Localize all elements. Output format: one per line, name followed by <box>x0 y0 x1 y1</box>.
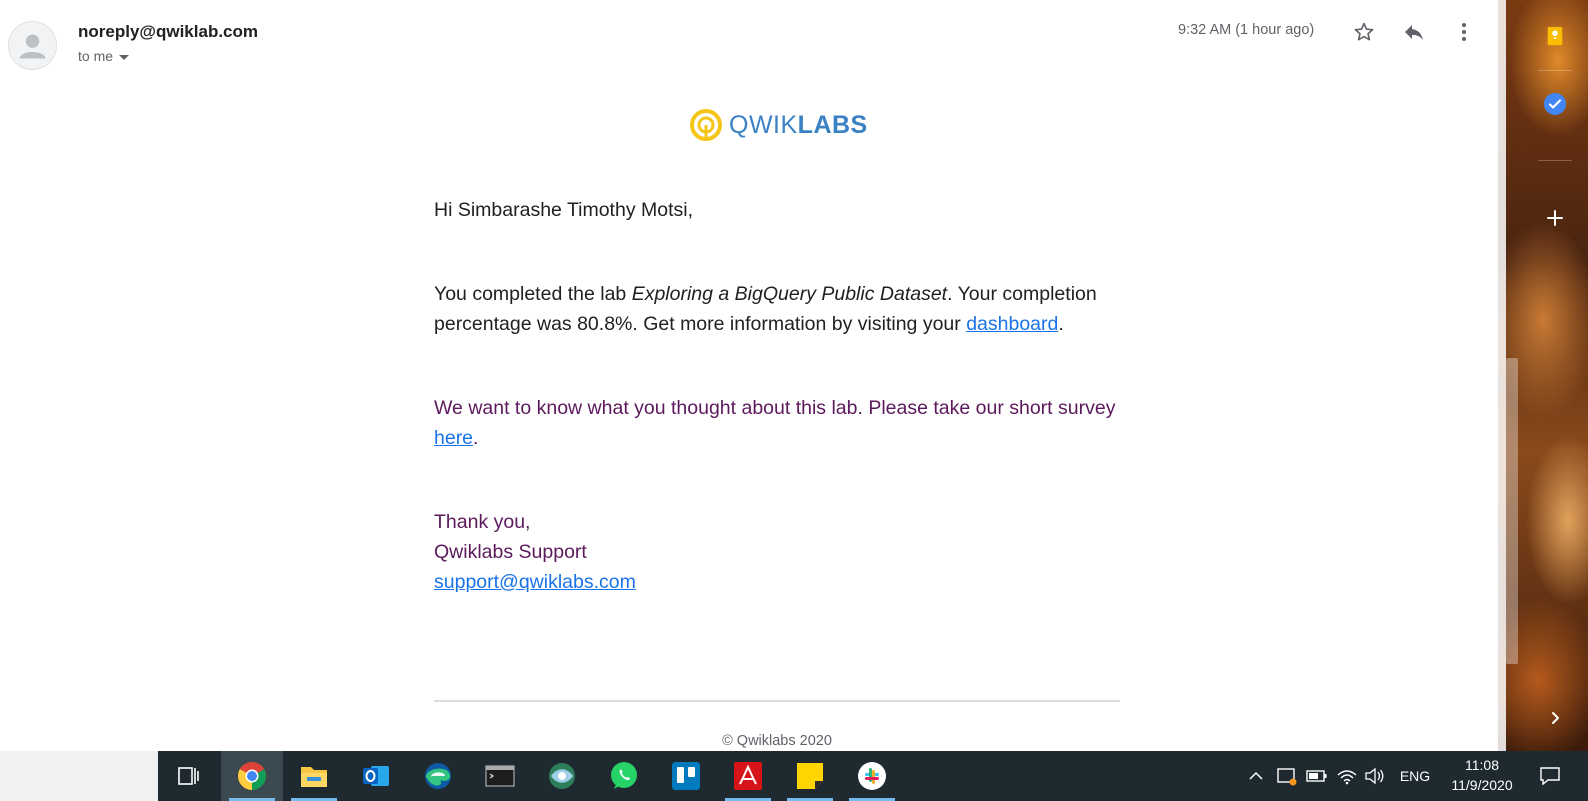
side-panel-divider <box>1538 160 1572 161</box>
battery-icon[interactable] <box>1304 751 1330 801</box>
volume-icon[interactable] <box>1362 751 1388 801</box>
lab-name: Exploring a BigQuery Public Dataset <box>631 283 948 305</box>
person-icon <box>9 22 56 69</box>
recipient-label: to me <box>78 48 114 64</box>
survey-end: . <box>473 427 479 449</box>
chevron-down-icon <box>119 54 130 60</box>
terminal-icon[interactable] <box>469 751 531 801</box>
trello-icon[interactable] <box>655 751 717 801</box>
logo-text-bold: LABS <box>797 110 868 139</box>
survey-prefix: We want to know what you thought about t… <box>434 397 1116 419</box>
keep-icon[interactable] <box>1541 22 1569 50</box>
expand-panel-icon[interactable] <box>1541 704 1569 732</box>
signature: Thank you, Qwiklabs Support support@qwik… <box>434 507 636 597</box>
survey-link[interactable]: here <box>434 427 473 449</box>
survey-paragraph: We want to know what you thought about t… <box>434 393 1124 453</box>
file-explorer-icon[interactable] <box>283 751 345 801</box>
add-icon[interactable] <box>1541 204 1569 232</box>
footer-divider <box>434 700 1120 702</box>
greeting: Hi Simbarashe Timothy Motsi, <box>434 199 693 221</box>
completion-end: . <box>1058 313 1064 335</box>
signature-team: Qwiklabs Support <box>434 541 587 563</box>
sticky-notes-icon[interactable] <box>779 751 841 801</box>
signature-thanks: Thank you, <box>434 511 531 533</box>
email-view: noreply@qwiklab.com to me 9:32 AM (1 hou… <box>0 0 1498 751</box>
side-panel-edge <box>1498 0 1506 751</box>
device-status-icon[interactable] <box>1274 751 1300 801</box>
notifications-icon[interactable] <box>1534 751 1566 801</box>
whatsapp-icon[interactable] <box>593 751 655 801</box>
task-view-icon[interactable] <box>158 751 220 801</box>
clock-time: 11:08 <box>1465 757 1499 773</box>
completion-prefix: You completed the lab <box>434 283 632 305</box>
completion-paragraph: You completed the lab Exploring a BigQue… <box>434 279 1124 339</box>
logo-wordmark: QWIKLABS <box>729 111 868 140</box>
side-panel-divider <box>1538 70 1572 71</box>
sender-email: noreply@qwiklab.com <box>78 22 259 41</box>
taskbar-search-area[interactable] <box>0 751 158 801</box>
chrome-icon[interactable] <box>221 751 283 801</box>
support-email-link[interactable]: support@qwiklabs.com <box>434 571 636 593</box>
sender-avatar[interactable] <box>8 21 57 70</box>
more-vert-icon[interactable] <box>1450 18 1478 46</box>
star-icon[interactable] <box>1350 18 1378 46</box>
outlook-icon[interactable] <box>345 751 407 801</box>
language-indicator[interactable]: ENG <box>1396 751 1434 801</box>
wifi-icon[interactable] <box>1334 751 1360 801</box>
recipient-details-toggle[interactable]: to me <box>78 48 130 64</box>
edge-icon[interactable] <box>407 751 469 801</box>
acrobat-icon[interactable] <box>717 751 779 801</box>
logo-text-light: QWIK <box>729 110 798 139</box>
system-clock[interactable]: 11:08 11/9/2020 <box>1440 755 1524 795</box>
qwiklabs-logo: QWIKLABS <box>689 108 868 142</box>
network-app-icon[interactable] <box>531 751 593 801</box>
slack-icon[interactable] <box>841 751 903 801</box>
qwiklabs-logo-icon <box>690 109 722 141</box>
scrollbar-thumb[interactable] <box>1506 358 1518 664</box>
clock-date: 11/9/2020 <box>1451 777 1513 793</box>
show-hidden-icons-icon[interactable] <box>1244 751 1268 801</box>
dashboard-link[interactable]: dashboard <box>966 313 1058 335</box>
email-timestamp: 9:32 AM (1 hour ago) <box>1178 22 1315 38</box>
tasks-icon[interactable] <box>1541 90 1569 118</box>
language-label: ENG <box>1399 768 1431 784</box>
windows-taskbar: ENG 11:08 11/9/2020 <box>0 751 1588 801</box>
footer-copyright: © Qwiklabs 2020 <box>722 733 832 749</box>
reply-icon[interactable] <box>1400 18 1428 46</box>
